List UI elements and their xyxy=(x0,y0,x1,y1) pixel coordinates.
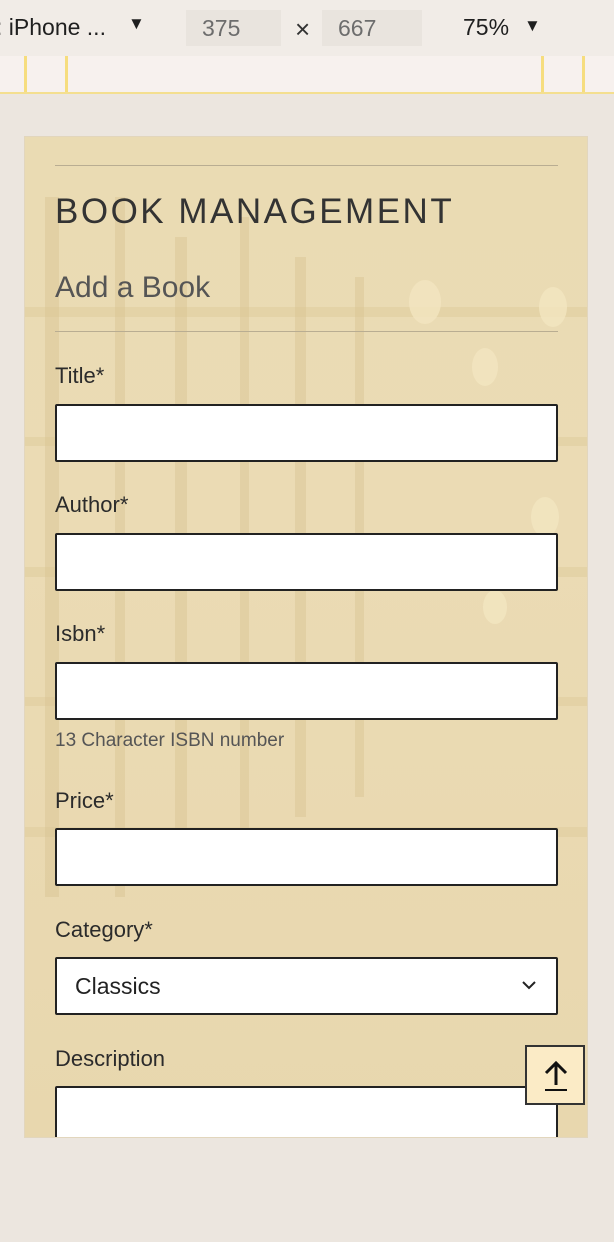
media-query-mark[interactable] xyxy=(582,56,585,92)
zoom-caret-icon[interactable]: ▼ xyxy=(524,16,541,36)
section-title: Add a Book xyxy=(55,271,211,304)
author-input[interactable] xyxy=(55,533,558,591)
category-select[interactable]: Classics xyxy=(55,957,558,1015)
isbn-label: Isbn* xyxy=(55,621,106,646)
divider xyxy=(55,165,558,166)
viewport-width-value: 375 xyxy=(202,15,241,41)
media-query-mark[interactable] xyxy=(65,56,68,92)
divider xyxy=(55,331,558,332)
description-textarea[interactable] xyxy=(55,1086,558,1137)
back-to-top-button[interactable] xyxy=(525,1045,585,1105)
price-label: Price* xyxy=(55,788,114,813)
emulated-viewport: BOOK MANAGEMENT Add a Book Title* Author… xyxy=(24,136,588,1138)
chevron-down-icon xyxy=(522,981,536,990)
media-query-ruler[interactable] xyxy=(0,56,614,94)
viewport-height-input[interactable]: 667 xyxy=(322,10,422,46)
device-name: iPhone ... xyxy=(8,14,106,40)
media-query-mark[interactable] xyxy=(541,56,544,92)
title-input[interactable] xyxy=(55,404,558,462)
price-input[interactable] xyxy=(55,828,558,886)
isbn-input[interactable] xyxy=(55,662,558,720)
viewport-width-input[interactable]: 375 xyxy=(186,10,281,46)
device-caret-icon[interactable]: ▼ xyxy=(128,14,145,34)
title-label: Title* xyxy=(55,363,105,388)
category-label: Category* xyxy=(55,917,153,942)
device-select[interactable]: : iPhone ... xyxy=(0,14,106,41)
author-label: Author* xyxy=(55,492,129,517)
media-query-mark[interactable] xyxy=(24,56,27,92)
viewport-height-value: 667 xyxy=(338,15,377,41)
category-selected-value: Classics xyxy=(75,973,161,999)
description-label: Description xyxy=(55,1046,166,1071)
arrow-up-icon xyxy=(544,1060,568,1091)
zoom-select[interactable]: 75% xyxy=(463,14,509,41)
dimension-times-icon: × xyxy=(295,14,311,44)
isbn-help-text: 13 Character ISBN number xyxy=(55,730,285,751)
page-title: BOOK MANAGEMENT xyxy=(55,192,455,231)
devtools-device-toolbar: : iPhone ... ▼ 375 × 667 75% ▼ xyxy=(0,0,614,56)
